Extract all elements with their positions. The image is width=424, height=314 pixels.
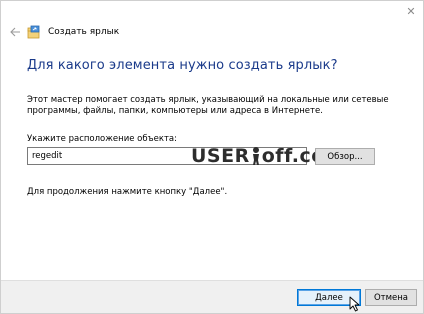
back-button[interactable] — [7, 24, 23, 40]
shortcut-wizard-icon — [27, 25, 41, 39]
location-label: Укажите расположение объекта: — [27, 134, 177, 144]
cancel-button[interactable]: Отмена — [365, 289, 417, 306]
next-button[interactable]: Далее — [297, 289, 361, 306]
browse-button[interactable]: Обзор... — [315, 148, 375, 165]
window-title: Создать ярлык — [48, 27, 120, 37]
create-shortcut-dialog: ✕ Создать ярлык Для какого элемента нужн… — [0, 0, 424, 314]
dialog-footer: Далее Отмена — [1, 280, 423, 313]
back-arrow-icon — [9, 27, 20, 37]
page-heading: Для какого элемента нужно создать ярлык? — [27, 58, 338, 73]
continue-hint: Для продолжения нажмите кнопку "Далее". — [27, 187, 228, 197]
close-icon: ✕ — [406, 4, 416, 18]
location-input[interactable] — [27, 147, 307, 165]
wizard-description: Этот мастер помогает создать ярлык, указ… — [27, 95, 389, 116]
title-bar: Создать ярлык — [7, 23, 119, 41]
close-button[interactable]: ✕ — [403, 3, 419, 19]
